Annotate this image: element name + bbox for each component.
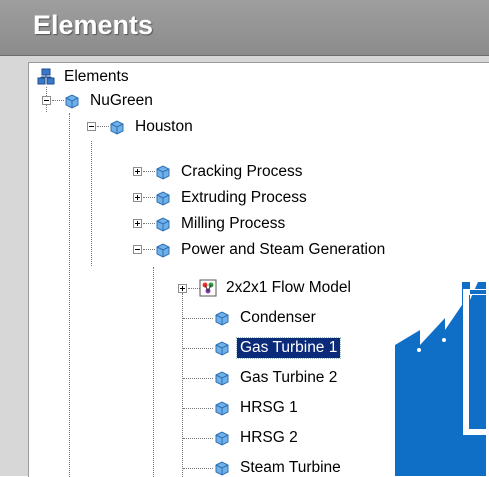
tree-connector — [183, 438, 213, 439]
tree-node-cracking-process[interactable]: Cracking Process — [154, 161, 305, 183]
tree-node-label: 2x2x1 Flow Model — [226, 279, 351, 296]
expand-toggle[interactable] — [133, 167, 142, 176]
tree-root[interactable]: Elements — [37, 66, 132, 88]
expand-toggle[interactable] — [133, 193, 142, 202]
element-cube-icon — [156, 165, 170, 180]
elements-panel: Elements Elements NuGreen Houston Cracki… — [0, 0, 489, 477]
tree-node-label: Gas Turbine 2 — [240, 369, 338, 386]
element-cube-icon — [215, 371, 229, 386]
tree-node-nugreen[interactable]: NuGreen — [63, 90, 156, 112]
collapse-toggle[interactable] — [133, 245, 142, 254]
tree-connector — [182, 293, 183, 477]
element-cube-icon — [215, 401, 229, 416]
tree-node-label: Power and Steam Generation — [181, 241, 386, 258]
tree-node-label: HRSG 2 — [240, 429, 298, 446]
tree-node-gas-turbine-1[interactable]: Gas Turbine 1 — [213, 337, 342, 359]
element-cube-icon — [215, 311, 229, 326]
expand-toggle[interactable] — [178, 284, 187, 293]
element-cube-icon — [215, 431, 229, 446]
tree-node-extruding-process[interactable]: Extruding Process — [154, 187, 310, 209]
tree-connector — [183, 348, 213, 349]
tree-connector — [91, 141, 92, 266]
tree-node-label: Houston — [135, 118, 193, 135]
tree-node-milling-process[interactable]: Milling Process — [154, 213, 288, 235]
collapse-toggle[interactable] — [42, 96, 51, 105]
tree-node-label: Condenser — [240, 309, 316, 326]
element-cube-icon — [65, 94, 79, 109]
tree-connector — [183, 468, 213, 469]
tree-node-steam-turbine[interactable]: Steam Turbine — [213, 457, 344, 477]
tree-node-condenser[interactable]: Condenser — [213, 307, 319, 329]
element-tree[interactable]: Elements NuGreen Houston Cracking Proces… — [28, 62, 489, 477]
tree-node-label: Gas Turbine 1 — [235, 337, 342, 359]
tree-node-hrsg-1[interactable]: HRSG 1 — [213, 397, 301, 419]
element-cube-icon — [156, 217, 170, 232]
tree-node-label: HRSG 1 — [240, 399, 298, 416]
tree-node-power-and-steam-generation[interactable]: Power and Steam Generation — [154, 239, 388, 261]
tree-node-label: Cracking Process — [181, 163, 303, 180]
tree-node-houston[interactable]: Houston — [108, 116, 196, 138]
panel-header: Elements — [0, 0, 489, 56]
tree-node-label: Steam Turbine — [240, 459, 341, 476]
expand-toggle[interactable] — [133, 219, 142, 228]
flow-model-icon — [199, 279, 217, 297]
tree-node-label: NuGreen — [90, 92, 153, 109]
element-cube-icon — [156, 243, 170, 258]
tree-connector — [69, 113, 70, 477]
tree-node-label: Extruding Process — [181, 189, 307, 206]
panel-title: Elements — [33, 10, 154, 40]
tree-node-hrsg-2[interactable]: HRSG 2 — [213, 427, 301, 449]
collapse-toggle[interactable] — [87, 122, 96, 131]
element-cube-icon — [215, 461, 229, 476]
tree-node-flow-model[interactable]: 2x2x1 Flow Model — [199, 277, 354, 299]
elements-root-icon — [37, 68, 55, 85]
tree-connector — [153, 267, 154, 477]
tree-connector — [183, 378, 213, 379]
element-cube-icon — [156, 191, 170, 206]
tree-node-label: Milling Process — [181, 215, 286, 232]
tree-connector — [183, 318, 213, 319]
element-cube-icon — [215, 341, 229, 356]
tree-root-label: Elements — [64, 68, 129, 85]
element-cube-icon — [110, 120, 124, 135]
tree-connector — [183, 408, 213, 409]
tree-node-gas-turbine-2[interactable]: Gas Turbine 2 — [213, 367, 340, 389]
